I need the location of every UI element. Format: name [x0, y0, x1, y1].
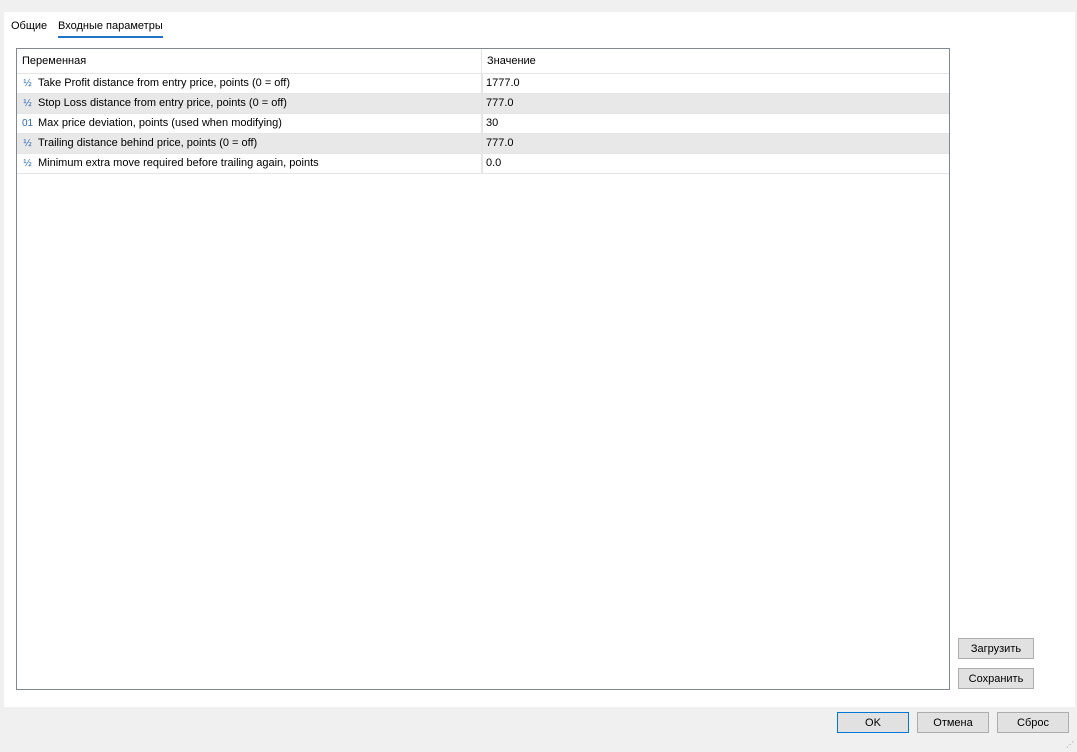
parameter-name: ½ Minimum extra move required before trai…	[21, 154, 482, 173]
save-button[interactable]: Сохранить	[958, 668, 1034, 689]
parameter-value[interactable]: 777.0	[486, 134, 514, 153]
parameter-name: ½ Stop Loss distance from entry price, po…	[21, 94, 482, 113]
tab-input-parameters[interactable]: Входные параметры	[58, 19, 163, 38]
table-row[interactable]: ½ Take Profit distance from entry price, …	[17, 74, 949, 94]
ok-button[interactable]: OK	[837, 712, 909, 733]
parameter-name: ½ Take Profit distance from entry price, …	[21, 74, 482, 93]
parameter-label: Trailing distance behind price, points (…	[38, 137, 258, 149]
table-row[interactable]: ½ Trailing distance behind price, points …	[17, 134, 949, 154]
parameter-label: Stop Loss distance from entry price, poi…	[38, 97, 287, 109]
parameter-name: ½ Trailing distance behind price, points …	[21, 134, 482, 153]
parameter-value[interactable]: 0.0	[486, 154, 501, 173]
parameter-label: Minimum extra move required before trail…	[38, 157, 319, 169]
parameter-label: Take Profit distance from entry price, p…	[38, 77, 290, 89]
parameters-grid: Переменная Значение ½ Take Profit distanc…	[16, 48, 950, 690]
tab-general[interactable]: Общие	[11, 19, 47, 33]
resize-grip-icon[interactable]: ⋰	[1066, 741, 1074, 749]
dialog-panel: Общие Входные параметры Переменная Значе…	[4, 12, 1075, 707]
load-button[interactable]: Загрузить	[958, 638, 1034, 659]
column-header-value[interactable]: Значение	[482, 49, 536, 73]
parameter-value[interactable]: 1777.0	[486, 74, 520, 93]
fraction-icon: ½	[23, 78, 32, 89]
reset-button[interactable]: Сброс	[997, 712, 1069, 733]
fraction-icon: ½	[23, 98, 32, 109]
table-row[interactable]: ½ Minimum extra move required before trai…	[17, 154, 949, 174]
table-row[interactable]: 01 Max price deviation, points (used when…	[17, 114, 949, 134]
parameter-value[interactable]: 30	[486, 114, 498, 133]
table-row[interactable]: ½ Stop Loss distance from entry price, po…	[17, 94, 949, 114]
integer-icon: 01	[21, 118, 34, 129]
grid-header: Переменная Значение	[17, 49, 949, 74]
column-header-variable[interactable]: Переменная	[17, 49, 482, 73]
fraction-icon: ½	[23, 158, 32, 169]
cancel-button[interactable]: Отмена	[917, 712, 989, 733]
fraction-icon: ½	[23, 138, 32, 149]
parameter-value[interactable]: 777.0	[486, 94, 514, 113]
parameter-name: 01 Max price deviation, points (used when…	[21, 114, 482, 133]
parameter-label: Max price deviation, points (used when m…	[38, 117, 282, 129]
